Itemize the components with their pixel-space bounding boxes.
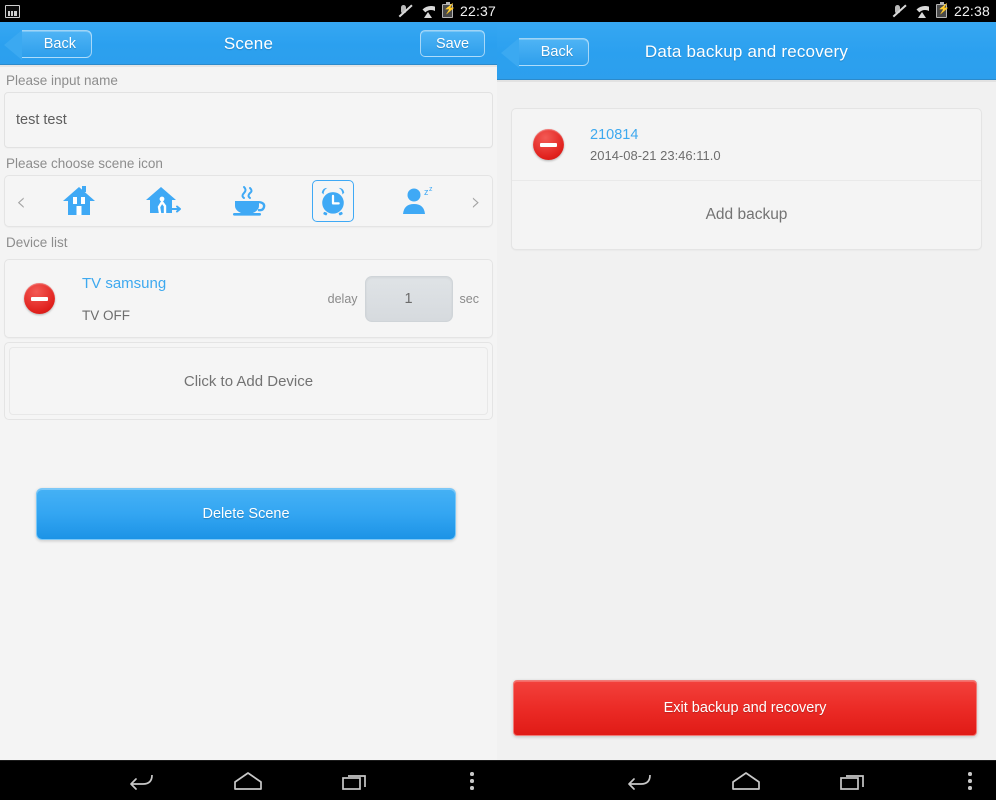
add-device-card: Click to Add Device: [4, 342, 493, 420]
delete-scene-button[interactable]: Delete Scene: [36, 488, 456, 540]
save-button-label: Save: [435, 35, 470, 52]
device-list-card: TV samsung TV OFF delay 1 sec: [4, 259, 493, 338]
battery-charging-icon: [442, 1, 456, 18]
scene-icon-alarm[interactable]: [312, 180, 355, 222]
alarm-clock-icon: [321, 187, 345, 216]
delay-unit: sec: [459, 291, 479, 306]
add-device-button[interactable]: Click to Add Device: [9, 347, 488, 415]
battery-charging-icon: [935, 1, 950, 18]
device-info: TV samsung TV OFF: [82, 275, 328, 323]
device-delay-control: delay 1 sec: [327, 275, 482, 322]
image-icon: [5, 4, 20, 18]
device-list-label: Device list: [6, 235, 68, 250]
status-bar-clock-right: 22:38: [953, 3, 990, 19]
add-backup-button[interactable]: Add backup: [512, 181, 981, 249]
scene-icon-home[interactable]: [58, 180, 100, 222]
device-state: TV OFF: [82, 307, 130, 323]
overflow-menu-icon[interactable]: [458, 761, 486, 800]
status-bar: 22:37 22:38: [0, 0, 996, 22]
delay-value: 1: [404, 290, 413, 307]
chevron-left-icon[interactable]: ‹: [5, 187, 37, 216]
leave-home-icon: [145, 187, 181, 215]
svg-text:z: z: [429, 186, 433, 193]
add-backup-label: Add backup: [705, 206, 788, 223]
wifi-icon: [913, 5, 929, 18]
scene-editor-panel: Back Scene Save Please input name test t…: [0, 22, 497, 760]
delay-label: delay: [327, 291, 358, 306]
home-nav-icon[interactable]: [725, 761, 767, 800]
backup-list-card: 210814 2014-08-21 23:46:11.0 Add backup: [511, 108, 982, 250]
scene-appbar: Back Scene Save: [0, 22, 497, 67]
tablet-screen: 22:37 22:38 Back Scene Save Please input…: [0, 0, 996, 800]
scene-icon-leave-home[interactable]: [143, 180, 185, 222]
coffee-cup-icon: [233, 186, 266, 216]
wifi-icon: [419, 5, 435, 18]
nav-bar-right: [498, 761, 996, 800]
overflow-menu-icon[interactable]: [956, 761, 984, 800]
recents-nav-icon[interactable]: [334, 761, 376, 800]
android-nav-bar: [0, 760, 996, 800]
scene-editor-body: Please input name test test Please choos…: [0, 65, 497, 420]
name-field-label: Please input name: [6, 73, 118, 88]
chevron-right-icon[interactable]: ›: [460, 187, 492, 216]
backup-row[interactable]: 210814 2014-08-21 23:46:11.0: [512, 109, 981, 181]
page-title: Data backup and recovery: [644, 42, 849, 61]
backup-appbar: Back Data backup and recovery: [497, 22, 996, 82]
status-bar-right-indicators: 22:38: [892, 0, 990, 22]
back-nav-icon[interactable]: [618, 761, 660, 800]
backup-recovery-panel: Back Data backup and recovery 210814 201…: [497, 22, 996, 760]
home-nav-icon[interactable]: [227, 761, 269, 800]
delay-input[interactable]: 1: [364, 275, 453, 322]
backup-timestamp: 2014-08-21 23:46:11.0: [590, 147, 721, 163]
mute-icon: [892, 4, 906, 18]
scene-icon-list: z z: [37, 176, 460, 226]
sleeping-person-icon: z z: [402, 186, 433, 214]
backup-info: 210814 2014-08-21 23:46:11.0: [590, 127, 721, 163]
remove-circle-icon[interactable]: [24, 283, 55, 314]
status-bar-clock-left: 22:37: [460, 3, 497, 19]
scene-name-value: test test: [16, 112, 67, 128]
scene-icon-coffee[interactable]: [227, 180, 269, 222]
device-row[interactable]: TV samsung TV OFF delay 1 sec: [5, 260, 492, 337]
scene-icon-selector: ‹ z z ›: [4, 175, 493, 227]
exit-backup-button[interactable]: Exit backup and recovery: [513, 680, 977, 736]
delete-scene-label: Delete Scene: [202, 506, 290, 522]
scene-icon-sleep[interactable]: z z: [397, 180, 439, 222]
device-name: TV samsung: [82, 274, 167, 292]
back-nav-icon[interactable]: [120, 761, 162, 800]
remove-circle-icon[interactable]: [533, 129, 564, 160]
nav-bar-left: [0, 761, 498, 800]
scene-name-input[interactable]: test test: [4, 92, 493, 148]
backup-name: 210814: [590, 126, 639, 143]
save-button[interactable]: Save: [420, 30, 485, 57]
status-bar-notifications: [0, 4, 20, 18]
add-device-label: Click to Add Device: [183, 372, 314, 390]
icon-field-label: Please choose scene icon: [6, 156, 163, 171]
recents-nav-icon[interactable]: [832, 761, 874, 800]
exit-backup-label: Exit backup and recovery: [663, 700, 827, 716]
status-bar-left-indicators: 22:37: [398, 0, 496, 22]
home-icon: [63, 186, 96, 215]
mute-icon: [398, 4, 412, 18]
